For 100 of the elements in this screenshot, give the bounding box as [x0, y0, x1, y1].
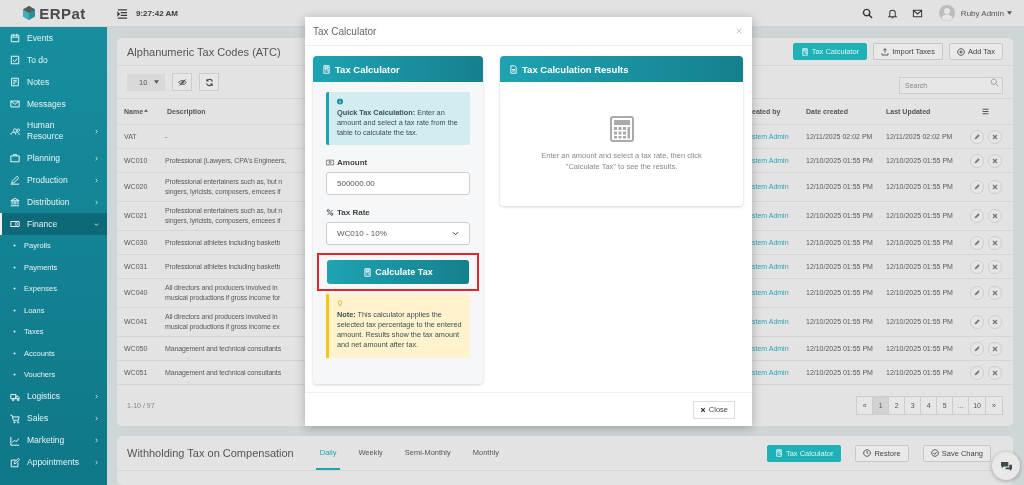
money-icon — [10, 219, 20, 229]
sidebar-item[interactable]: Sales — [0, 407, 107, 430]
delete-button[interactable] — [987, 341, 1002, 356]
cart-icon — [10, 413, 20, 424]
bullet-icon — [13, 287, 16, 291]
x-icon — [990, 368, 999, 377]
amount-input[interactable]: 500000.00 — [326, 172, 470, 195]
checkbox-icon — [10, 55, 20, 65]
sidebar-item[interactable]: Production — [0, 169, 107, 191]
bullet-icon — [13, 308, 16, 312]
edit-button[interactable] — [969, 365, 984, 380]
pencil-icon — [972, 262, 981, 271]
x-icon — [990, 262, 999, 271]
sidebar-item[interactable]: Logistics — [0, 385, 107, 408]
card-title: Alphanumeric Tax Codes (ATC) — [127, 45, 281, 58]
bell-icon[interactable] — [886, 7, 898, 19]
truck-icon — [10, 391, 20, 402]
lightbulb-icon — [337, 300, 343, 307]
sidebar-item[interactable]: Marketing — [0, 429, 107, 452]
column-visibility-button[interactable] — [172, 73, 193, 91]
edit-button[interactable] — [969, 341, 984, 356]
x-icon — [990, 289, 999, 297]
info-icon — [337, 98, 343, 105]
delete-button[interactable] — [987, 129, 1002, 144]
delete-button[interactable] — [987, 235, 1002, 250]
user-menu[interactable]: Ruby Admin — [960, 8, 1012, 18]
edit-button[interactable] — [969, 235, 984, 250]
delete-button[interactable] — [987, 259, 1002, 274]
sidebar-item[interactable]: To do — [0, 49, 107, 71]
x-icon — [699, 406, 706, 413]
sidebar-item[interactable]: Events — [0, 27, 107, 49]
delete-button[interactable] — [987, 315, 1002, 329]
calendar-icon — [10, 33, 20, 43]
caret-icon — [154, 80, 160, 84]
calculator-icon — [800, 47, 809, 56]
chat-icon — [999, 460, 1013, 472]
sidebar-item[interactable]: Finance — [0, 213, 107, 235]
menu-icon[interactable] — [981, 107, 990, 116]
chevron-down-icon — [452, 231, 459, 236]
pencil-icon — [972, 289, 981, 297]
x-icon — [990, 132, 999, 141]
x-icon — [990, 212, 999, 220]
bank-icon — [10, 197, 20, 207]
edit-button[interactable] — [969, 153, 984, 168]
sidebar-item[interactable]: Notes — [0, 71, 107, 93]
delete-button[interactable] — [987, 153, 1002, 168]
edit-button[interactable] — [969, 209, 984, 223]
pencil-icon — [972, 318, 981, 326]
pencil-icon — [972, 344, 981, 353]
edit-icon — [10, 457, 20, 468]
search-icon[interactable] — [861, 7, 873, 19]
document-icon — [509, 64, 518, 74]
sidebar-item[interactable]: Human Resource — [0, 115, 107, 147]
edit-button[interactable] — [969, 259, 984, 274]
x-icon — [990, 156, 999, 165]
x-icon — [990, 238, 999, 247]
pencil-icon — [972, 368, 981, 377]
modal-title: Tax Calculator — [313, 25, 377, 37]
envelope-icon — [10, 99, 20, 109]
note-icon — [10, 77, 20, 87]
edit-button[interactable] — [969, 129, 984, 144]
edit-button[interactable] — [969, 315, 984, 329]
caret-icon — [1007, 11, 1012, 15]
calculator-icon — [322, 64, 331, 74]
panel-title: Tax Calculation Results — [522, 63, 629, 75]
sidebar-item[interactable]: Appointments — [0, 451, 107, 474]
money-icon — [326, 159, 334, 166]
menu-icon[interactable] — [117, 7, 128, 19]
calculate-tax-button[interactable]: Calculate Tax — [327, 260, 469, 284]
briefcase-icon — [10, 153, 20, 163]
clock-time: 9:27:42 AM — [136, 8, 178, 18]
delete-button[interactable] — [987, 286, 1002, 300]
envelope-icon[interactable] — [911, 7, 923, 19]
sidebar-item[interactable]: Planning — [0, 147, 107, 169]
edit-button[interactable] — [969, 286, 984, 300]
logo-text[interactable]: ERPat — [39, 4, 86, 22]
sidebar-item[interactable]: Distribution — [0, 191, 107, 213]
bullet-icon — [13, 244, 16, 248]
users-icon — [10, 126, 20, 136]
pen-icon — [10, 175, 20, 185]
refresh-button[interactable] — [199, 73, 220, 91]
logo-icon — [21, 5, 38, 21]
field-label: Tax Rate — [337, 208, 370, 217]
sort-icon — [144, 109, 149, 112]
chart-icon — [10, 435, 20, 446]
calculator-icon — [774, 449, 783, 457]
edit-button[interactable] — [969, 180, 984, 194]
chat-button[interactable] — [992, 452, 1020, 480]
tax-rate-select[interactable]: WC010 - 10% — [326, 222, 470, 245]
delete-button[interactable] — [987, 365, 1002, 380]
clock-icon — [863, 449, 872, 457]
sidebar-item[interactable]: Messages — [0, 93, 107, 115]
x-icon — [990, 344, 999, 353]
delete-button[interactable] — [987, 180, 1002, 194]
pencil-icon — [972, 238, 981, 247]
bullet-icon — [13, 330, 16, 334]
field-label: Amount — [337, 158, 368, 167]
delete-button[interactable] — [987, 209, 1002, 223]
pencil-icon — [972, 156, 981, 165]
panel-title: Tax Calculator — [335, 63, 400, 75]
